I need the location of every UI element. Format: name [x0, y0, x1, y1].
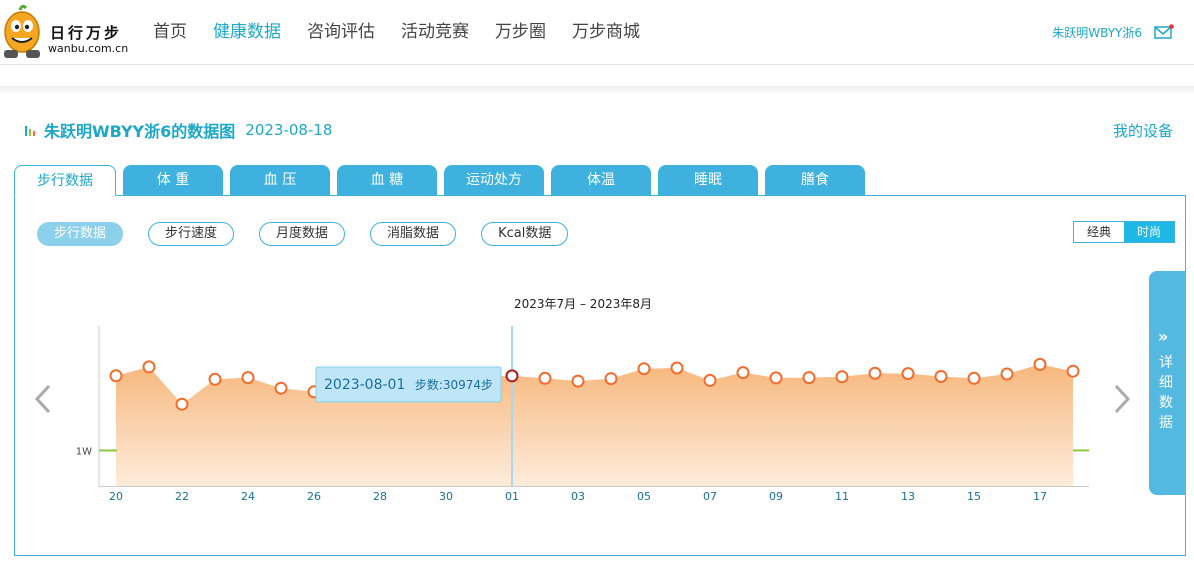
data-point-07-23[interactable]: [208, 372, 222, 386]
data-point-08-05[interactable]: [637, 362, 651, 376]
data-point-08-18[interactable]: [1066, 364, 1080, 378]
double-chevron-right-icon: »: [1158, 327, 1169, 346]
steps-area: [116, 364, 1073, 486]
data-point-08-01[interactable]: [505, 369, 519, 383]
data-point-07-24[interactable]: [241, 371, 255, 385]
data-point-08-14[interactable]: [934, 370, 948, 383]
data-point-08-04[interactable]: [604, 372, 618, 386]
data-point-08-09[interactable]: [769, 371, 783, 385]
data-point-08-15[interactable]: [967, 371, 981, 385]
data-point-08-08[interactable]: [736, 366, 750, 380]
tab-steps[interactable]: 步行数据: [14, 165, 116, 196]
data-point-08-17[interactable]: [1033, 357, 1047, 371]
x-tick-label: 22: [175, 490, 189, 503]
data-point-08-03[interactable]: [571, 374, 585, 388]
x-tick-label: 30: [439, 490, 453, 503]
x-tick-label: 28: [373, 490, 387, 503]
data-point-07-25[interactable]: [274, 381, 288, 395]
x-tick-label: 07: [703, 490, 717, 503]
steps-chart: 2023年7月 – 2023年8月 1W 20 22 24 26 28 30 01 03 05 0…: [76, 297, 1089, 503]
data-point-08-11[interactable]: [835, 370, 849, 384]
data-point-07-21[interactable]: [142, 360, 156, 374]
data-point-08-07[interactable]: [703, 373, 717, 387]
data-point-08-16[interactable]: [1000, 367, 1014, 381]
goal-label: 1W: [76, 446, 92, 457]
x-tick-label: 20: [109, 490, 123, 503]
x-tick-label: 11: [835, 490, 849, 503]
chart-title: 2023年7月 – 2023年8月: [514, 297, 652, 311]
data-point-07-20[interactable]: [109, 369, 123, 383]
tooltip: 2023-08-01 步数:30974步: [315, 366, 502, 403]
x-tick-label: 13: [901, 490, 915, 503]
x-tick-label: 01: [505, 490, 519, 503]
x-tick-label: 05: [637, 490, 651, 503]
data-point-08-10[interactable]: [802, 371, 816, 385]
data-point-08-02[interactable]: [538, 371, 552, 385]
detail-data-tab[interactable]: » 详细数据: [1149, 271, 1186, 495]
x-tick-label: 03: [571, 490, 585, 503]
detail-tab-label: 详细数据: [1159, 355, 1173, 431]
data-point-08-13[interactable]: [901, 367, 915, 381]
data-point-08-12[interactable]: [868, 366, 882, 380]
x-tick-label: 09: [769, 490, 783, 503]
svg-text:2023-08-01 步数:30974步: 2023-08-01 步数:30974步: [324, 377, 493, 393]
tooltip-value: 步数:30974步: [415, 377, 493, 392]
data-point-08-06[interactable]: [670, 361, 684, 375]
data-point-07-22[interactable]: [175, 397, 189, 411]
x-tick-label: 17: [1033, 490, 1047, 503]
x-tick-label: 26: [307, 490, 321, 503]
chevron-right-icon[interactable]: [1112, 383, 1132, 415]
x-tick-label: 15: [967, 490, 981, 503]
x-tick-label: 24: [241, 490, 255, 503]
tooltip-date: 2023-08-01: [324, 377, 405, 393]
chevron-left-icon[interactable]: [33, 383, 53, 415]
